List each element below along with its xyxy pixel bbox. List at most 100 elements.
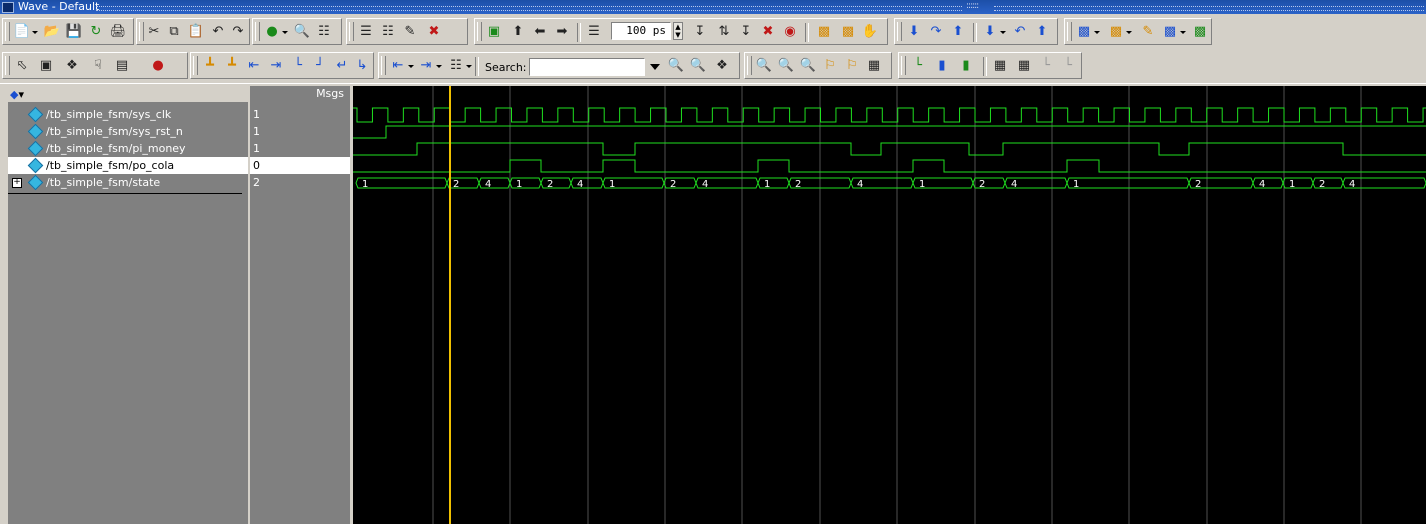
find-in-list-icon[interactable]: ☷ bbox=[315, 23, 333, 41]
schematic-icon[interactable]: ☷ bbox=[447, 57, 472, 75]
signal-row-sys-clk[interactable]: /tb_simple_fsm/sys_clk bbox=[8, 106, 248, 123]
step-over-icon[interactable]: ▩ bbox=[839, 23, 857, 41]
waveform-pane[interactable]: 1 2 4 1 2 4 1 2 4 1 2 4 1 2 4 1 2 4 1 2 4 bbox=[353, 86, 1426, 524]
reverse-arc-icon[interactable]: ↶ bbox=[1011, 23, 1029, 41]
step-out-icon[interactable]: ⬆ bbox=[949, 23, 967, 41]
toolbar-handle[interactable] bbox=[1067, 22, 1072, 41]
run-icon[interactable]: ↧ bbox=[691, 23, 709, 41]
rising-edge-icon[interactable]: ┘ bbox=[311, 57, 329, 75]
search-backward-icon[interactable]: 🔍 bbox=[689, 57, 707, 75]
cut-icon[interactable]: ✂ bbox=[145, 23, 163, 41]
layout-3-icon[interactable]: ✎ bbox=[1139, 23, 1157, 41]
reverse-step-out-icon[interactable]: ⬆ bbox=[1033, 23, 1051, 41]
zoom-between-cursors-icon[interactable]: ⚐ bbox=[843, 57, 861, 75]
toolbar-handle[interactable] bbox=[5, 56, 10, 75]
toolbar-handle[interactable] bbox=[381, 56, 386, 75]
simulate-icon[interactable]: ✎ bbox=[401, 23, 419, 41]
collapse-icon[interactable]: ⇥ bbox=[417, 57, 442, 75]
wave-format-2-icon[interactable]: ▮ bbox=[933, 57, 951, 75]
dataflow-icon[interactable]: ▤ bbox=[113, 57, 131, 75]
hand-icon[interactable]: ✋ bbox=[861, 23, 879, 41]
signal-names-pane[interactable]: ◆▾ /tb_simple_fsm/sys_clk /tb_simple_fsm… bbox=[8, 86, 248, 524]
restart-icon[interactable]: ▣ bbox=[485, 23, 503, 41]
break-sim-icon[interactable]: ✖ bbox=[759, 23, 777, 41]
search-input[interactable] bbox=[529, 58, 645, 76]
run-all-icon[interactable]: ↧ bbox=[737, 23, 755, 41]
wave-format-5-icon[interactable]: ▦ bbox=[1015, 57, 1033, 75]
break-icon[interactable]: ✖ bbox=[425, 23, 443, 41]
step-over-arc-icon[interactable]: ↷ bbox=[927, 23, 945, 41]
zoom-cursor-icon[interactable]: ⚐ bbox=[821, 57, 839, 75]
zoom-region-icon[interactable]: ▦ bbox=[865, 57, 883, 75]
search-options-icon[interactable]: ❖ bbox=[713, 57, 731, 75]
zoom-out-icon[interactable]: 🔍 bbox=[777, 57, 795, 75]
print-icon[interactable]: 🖨 bbox=[109, 23, 127, 41]
layout-2-icon[interactable]: ▩ bbox=[1107, 23, 1132, 41]
expand-plus-icon[interactable]: + bbox=[12, 178, 22, 188]
insert-cursor-icon[interactable]: ┻ bbox=[201, 57, 219, 75]
forward-arrow-icon[interactable]: ➡ bbox=[553, 23, 571, 41]
title-bar[interactable]: Wave - Default :::::: bbox=[0, 0, 1426, 14]
compile-icon[interactable]: ☰ bbox=[357, 23, 375, 41]
prev-transition-icon[interactable]: ↵ bbox=[333, 57, 351, 75]
signal-row-state[interactable]: + /tb_simple_fsm/state bbox=[8, 174, 248, 191]
step-back-icon[interactable]: ⬇ bbox=[981, 23, 1006, 41]
run-length-icon[interactable]: ☰ bbox=[585, 23, 603, 41]
toolbar-handle[interactable] bbox=[139, 22, 144, 41]
add-icon[interactable]: ● bbox=[263, 23, 288, 41]
waveform-canvas[interactable]: 1 2 4 1 2 4 1 2 4 1 2 4 1 2 4 1 2 4 1 2 4 bbox=[353, 86, 1426, 524]
wave-format-1-icon[interactable]: └ bbox=[909, 57, 927, 75]
open-folder-icon[interactable]: 📂 bbox=[43, 23, 61, 41]
toolbar-handle[interactable] bbox=[193, 56, 198, 75]
next-edge-icon[interactable]: ⇥ bbox=[267, 57, 285, 75]
traffic-light-icon[interactable]: ● bbox=[149, 57, 167, 75]
wave-format-4-icon[interactable]: ▦ bbox=[991, 57, 1009, 75]
new-file-icon[interactable]: 📄 bbox=[13, 23, 38, 41]
run-length-spinner[interactable]: ▲ ▼ bbox=[673, 22, 683, 40]
toolbar-handle[interactable] bbox=[747, 56, 752, 75]
wave-add-icon[interactable]: ◆▾ bbox=[10, 88, 24, 101]
wave-format-3-icon[interactable]: ▮ bbox=[957, 57, 975, 75]
compile-all-icon[interactable]: ☷ bbox=[379, 23, 397, 41]
titlebar-grip[interactable]: :::::: bbox=[966, 0, 979, 13]
step-icon[interactable]: ▩ bbox=[815, 23, 833, 41]
delete-cursor-icon[interactable]: ┻ bbox=[223, 57, 241, 75]
names-header[interactable]: ◆▾ bbox=[8, 86, 248, 103]
select-pointer-icon[interactable]: ⬁ bbox=[13, 57, 31, 75]
stop-icon[interactable]: ◉ bbox=[781, 23, 799, 41]
toolbar-handle[interactable] bbox=[5, 22, 10, 41]
toolbar-handle[interactable] bbox=[897, 22, 902, 41]
prev-edge-icon[interactable]: ⇤ bbox=[245, 57, 263, 75]
back-arrow-icon[interactable]: ⬅ bbox=[531, 23, 549, 41]
step-into-icon[interactable]: ⬇ bbox=[905, 23, 923, 41]
wave-format-7-icon[interactable]: └ bbox=[1059, 57, 1077, 75]
expand-icon[interactable]: ⇤ bbox=[389, 57, 414, 75]
reload-icon[interactable]: ↻ bbox=[87, 23, 105, 41]
zoom-mode-icon[interactable]: ▣ bbox=[37, 57, 55, 75]
edit-mode-icon[interactable]: ❖ bbox=[63, 57, 81, 75]
layout-4-icon[interactable]: ▩ bbox=[1161, 23, 1186, 41]
toolbar-handle[interactable] bbox=[349, 22, 354, 41]
find-icon[interactable]: 🔍 bbox=[293, 23, 311, 41]
up-arrow-icon[interactable]: ⬆ bbox=[509, 23, 527, 41]
falling-edge-icon[interactable]: └ bbox=[289, 57, 307, 75]
continue-icon[interactable]: ⇅ bbox=[715, 23, 733, 41]
redo-icon[interactable]: ↷ bbox=[229, 23, 247, 41]
signal-row-po-cola[interactable]: /tb_simple_fsm/po_cola bbox=[8, 157, 248, 174]
layout-1-icon[interactable]: ▩ bbox=[1075, 23, 1100, 41]
paste-icon[interactable]: 📋 bbox=[187, 23, 205, 41]
wave-cursor-icon[interactable]: ☟ bbox=[89, 57, 107, 75]
save-icon[interactable]: 💾 bbox=[65, 23, 83, 41]
wave-format-6-icon[interactable]: └ bbox=[1037, 57, 1055, 75]
signal-row-pi-money[interactable]: /tb_simple_fsm/pi_money bbox=[8, 140, 248, 157]
layout-5-icon[interactable]: ▩ bbox=[1191, 23, 1209, 41]
copy-icon[interactable]: ⧉ bbox=[165, 23, 183, 41]
undo-icon[interactable]: ↶ bbox=[209, 23, 227, 41]
signal-values-pane[interactable]: Msgs 1 1 1 0 2 bbox=[250, 86, 350, 524]
search-forward-icon[interactable]: 🔍 bbox=[667, 57, 685, 75]
toolbar-handle[interactable] bbox=[255, 22, 260, 41]
toolbar-handle[interactable] bbox=[901, 56, 906, 75]
zoom-full-icon[interactable]: 🔍 bbox=[799, 57, 817, 75]
next-transition-icon[interactable]: ↳ bbox=[353, 57, 371, 75]
toolbar-handle[interactable] bbox=[477, 22, 482, 41]
